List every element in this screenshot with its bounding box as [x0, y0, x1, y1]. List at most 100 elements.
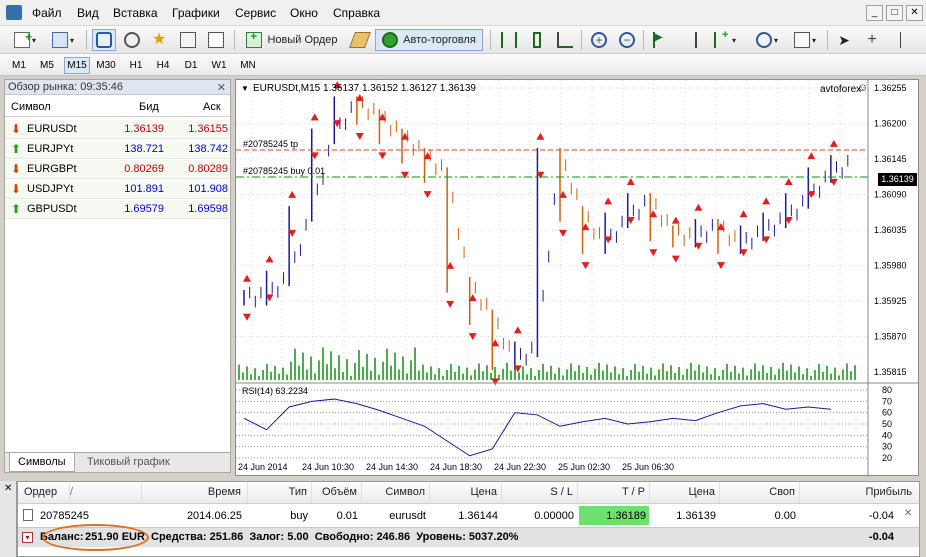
- col-tp[interactable]: T / P: [578, 482, 650, 503]
- terminal-toggle[interactable]: [176, 29, 200, 51]
- menu-window[interactable]: Окно: [290, 6, 318, 20]
- signal-arrow-up: [694, 203, 703, 211]
- meta-editor-button[interactable]: [348, 29, 372, 51]
- col-time[interactable]: Время: [142, 482, 248, 503]
- timeframe-h1[interactable]: H1: [125, 57, 147, 74]
- close-order-icon[interactable]: ✕: [904, 508, 912, 519]
- col-bid[interactable]: Бид: [139, 101, 159, 113]
- col-ask[interactable]: Аск: [203, 101, 221, 113]
- col-current-price[interactable]: Цена: [650, 482, 720, 503]
- tab-tick-chart[interactable]: Тиковый график: [79, 453, 178, 472]
- bar-chart-button[interactable]: [497, 29, 521, 51]
- symbol-row[interactable]: ⬇ EURUSDt 1.36139 1.36155: [5, 120, 230, 139]
- symbol-row[interactable]: ⬇ EURGBPt 0.80269 0.80289: [5, 160, 230, 179]
- indicators-button[interactable]: + ▾: [707, 29, 743, 51]
- time-axis-label: 24 Jun 2014: [238, 462, 288, 472]
- autoscroll-button[interactable]: ▶: [649, 29, 673, 51]
- clock-icon: [755, 32, 772, 48]
- chart-shift-button[interactable]: [677, 29, 701, 51]
- templates-button[interactable]: ▾: [787, 29, 823, 51]
- chart-window[interactable]: 80 70 60 50 40 30 20 1.36255 1.36200 1.36145 1.36…: [235, 79, 919, 476]
- col-order[interactable]: Ордер: [24, 482, 70, 503]
- col-sl[interactable]: S / L: [502, 482, 578, 503]
- cursor-tool-button[interactable]: ➤: [832, 29, 856, 51]
- ask-price: 0.80289: [188, 163, 228, 175]
- new-chart-button[interactable]: + ▾: [8, 29, 42, 51]
- symbol-row[interactable]: ⬇ USDJPYt 101.891 101.908: [5, 180, 230, 199]
- timeframe-w1[interactable]: W1: [208, 57, 230, 74]
- timeframe-d1[interactable]: D1: [180, 57, 202, 74]
- close-icon[interactable]: ✕: [217, 81, 226, 94]
- close-button[interactable]: ✕: [906, 5, 923, 21]
- tab-symbols[interactable]: Символы: [9, 453, 75, 472]
- order-profit: -0.04: [868, 510, 894, 522]
- order-row[interactable]: 20785245 2014.06.25 08:15:02 buy 0.01 eu…: [18, 505, 919, 540]
- line-chart-button[interactable]: [553, 29, 577, 51]
- zoom-out-button[interactable]: −: [615, 29, 639, 51]
- app-icon[interactable]: [6, 5, 22, 20]
- col-volume[interactable]: Объём: [312, 482, 362, 503]
- time-axis-label: 24 Jun 14:30: [366, 462, 418, 472]
- signal-arrow-down: [717, 262, 725, 270]
- main-toolbar: + ▾ ▾ ★ + Новый Ордер Авто-торговля + − ▶…: [0, 26, 926, 54]
- order-sl[interactable]: 0.00000: [502, 507, 574, 526]
- timeframe-mn[interactable]: MN: [236, 57, 260, 74]
- timeframe-m5[interactable]: M5: [36, 57, 58, 74]
- minimize-button[interactable]: _: [866, 5, 883, 21]
- col-swap[interactable]: Своп: [720, 482, 800, 503]
- col-symbol[interactable]: Символ: [362, 482, 430, 503]
- watermark-label: avtoforex: [820, 84, 862, 95]
- order-tp[interactable]: 1.36189: [578, 507, 646, 526]
- col-profit[interactable]: Прибыль: [800, 482, 916, 503]
- rsi-axis-label: 50: [882, 419, 892, 429]
- signal-arrow-down: [491, 378, 500, 386]
- price-axis-label: 1.36145: [874, 154, 907, 164]
- timeframe-m30[interactable]: M30: [93, 57, 119, 74]
- menu-file[interactable]: Файл: [32, 6, 62, 20]
- menu-view[interactable]: Вид: [77, 6, 99, 20]
- time-axis-label: 24 Jun 18:30: [430, 462, 482, 472]
- signal-arrow-down: [468, 333, 477, 341]
- price-chart[interactable]: 8070 605040 3020 1.36255 1.36200 1.36145 1.36…: [236, 80, 918, 475]
- smiley-icon[interactable]: ☺: [857, 82, 868, 94]
- menu-bar: Файл Вид Вставка Графики Сервис Окно Спр…: [0, 0, 926, 26]
- market-watch-toggle[interactable]: [92, 29, 116, 51]
- order-symbol: eurusdt: [389, 510, 426, 522]
- rsi-axis-label: 70: [882, 396, 892, 406]
- chart-menu-icon[interactable]: ▼: [241, 84, 249, 93]
- menu-insert[interactable]: Вставка: [113, 6, 158, 20]
- timeframe-m1[interactable]: M1: [8, 57, 30, 74]
- order-id: 20785245: [40, 510, 89, 522]
- periods-button[interactable]: ▾: [749, 29, 785, 51]
- navigator-toggle[interactable]: ★: [148, 29, 172, 51]
- col-price[interactable]: Цена: [430, 482, 502, 503]
- new-order-button[interactable]: + Новый Ордер: [240, 29, 344, 51]
- timeframe-m15[interactable]: M15: [64, 57, 90, 74]
- bid-price: 101.891: [124, 183, 164, 195]
- col-type[interactable]: Тип: [248, 482, 312, 503]
- vertical-line-button[interactable]: [888, 29, 912, 51]
- ask-price: 138.742: [188, 143, 228, 155]
- autotrading-button[interactable]: Авто-торговля: [375, 29, 483, 51]
- crosshair-tool-button[interactable]: +: [860, 29, 884, 51]
- menu-tools[interactable]: Сервис: [235, 6, 276, 20]
- restore-button[interactable]: □: [886, 5, 903, 21]
- market-watch-icon: [96, 32, 112, 48]
- time-axis-label: 25 Jun 06:30: [622, 462, 674, 472]
- profiles-button[interactable]: ▾: [46, 29, 80, 51]
- candle-chart-button[interactable]: [525, 29, 549, 51]
- price-axis-label: 1.35815: [874, 367, 907, 377]
- zoom-in-button[interactable]: +: [587, 29, 611, 51]
- close-icon[interactable]: ✕: [4, 483, 12, 494]
- menu-help[interactable]: Справка: [333, 6, 380, 20]
- signal-arrow-down: [401, 171, 409, 179]
- col-symbol[interactable]: Символ: [11, 101, 51, 113]
- tester-toggle[interactable]: [204, 29, 228, 51]
- signal-arrow-up: [604, 197, 613, 205]
- symbol-row[interactable]: ⬆ GBPUSDt 1.69579 1.69598: [5, 200, 230, 219]
- menu-charts[interactable]: Графики: [172, 6, 220, 20]
- symbol-row[interactable]: ⬆ EURJPYt 138.721 138.742: [5, 140, 230, 159]
- signal-arrow-down: [649, 249, 658, 257]
- data-window-toggle[interactable]: [120, 29, 144, 51]
- timeframe-h4[interactable]: H4: [152, 57, 174, 74]
